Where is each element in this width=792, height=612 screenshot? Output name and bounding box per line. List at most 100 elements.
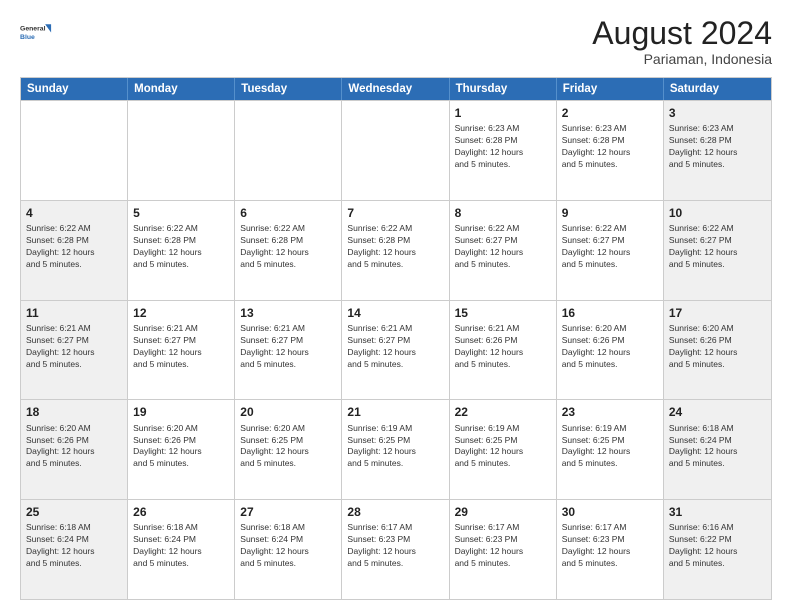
calendar-row: 11 Sunrise: 6:21 AMSunset: 6:27 PMDayligh… bbox=[21, 300, 771, 400]
day-number: 7 bbox=[347, 205, 443, 221]
calendar-cell bbox=[342, 101, 449, 200]
day-info: Sunrise: 6:22 AMSunset: 6:27 PMDaylight:… bbox=[562, 223, 658, 271]
day-number: 29 bbox=[455, 504, 551, 520]
calendar-cell: 8 Sunrise: 6:22 AMSunset: 6:27 PMDaylight… bbox=[450, 201, 557, 300]
day-info: Sunrise: 6:22 AMSunset: 6:28 PMDaylight:… bbox=[347, 223, 443, 271]
day-number: 2 bbox=[562, 105, 658, 121]
calendar-cell: 20Sunrise: 6:20 AMSunset: 6:25 PMDayligh… bbox=[235, 400, 342, 499]
calendar-cell: 7 Sunrise: 6:22 AMSunset: 6:28 PMDaylight… bbox=[342, 201, 449, 300]
calendar-cell: 21 Sunrise: 6:19 AMSunset: 6:25 PMDayligh… bbox=[342, 400, 449, 499]
day-number: 30 bbox=[562, 504, 658, 520]
day-info: Sunrise: 6:20 AMSunset: 6:26 PMDaylight:… bbox=[669, 323, 766, 371]
calendar-row: 25 Sunrise: 6:18 AMSunset: 6:24 PMDayligh… bbox=[21, 499, 771, 599]
day-number: 25 bbox=[26, 504, 122, 520]
calendar-cell: 12Sunrise: 6:21 AMSunset: 6:27 PMDayligh… bbox=[128, 301, 235, 400]
calendar-cell: 1Sunrise: 6:23 AMSunset: 6:28 PMDaylight… bbox=[450, 101, 557, 200]
day-number: 6 bbox=[240, 205, 336, 221]
calendar-cell: 5 Sunrise: 6:22 AMSunset: 6:28 PMDaylight… bbox=[128, 201, 235, 300]
calendar-cell: 19 Sunrise: 6:20 AMSunset: 6:26 PMDayligh… bbox=[128, 400, 235, 499]
day-number: 8 bbox=[455, 205, 551, 221]
col-friday: Friday bbox=[557, 78, 664, 100]
calendar-cell: 26Sunrise: 6:18 AMSunset: 6:24 PMDayligh… bbox=[128, 500, 235, 599]
day-number: 17 bbox=[669, 305, 766, 321]
header: GeneralBlue August 2024 Pariaman, Indone… bbox=[20, 16, 772, 67]
day-info: Sunrise: 6:20 AMSunset: 6:26 PMDaylight:… bbox=[562, 323, 658, 371]
calendar-cell: 14 Sunrise: 6:21 AMSunset: 6:27 PMDayligh… bbox=[342, 301, 449, 400]
day-number: 12 bbox=[133, 305, 229, 321]
calendar-cell: 30 Sunrise: 6:17 AMSunset: 6:23 PMDayligh… bbox=[557, 500, 664, 599]
day-number: 18 bbox=[26, 404, 122, 420]
day-number: 15 bbox=[455, 305, 551, 321]
calendar-cell: 17 Sunrise: 6:20 AMSunset: 6:26 PMDayligh… bbox=[664, 301, 771, 400]
day-number: 4 bbox=[26, 205, 122, 221]
calendar-cell bbox=[128, 101, 235, 200]
col-wednesday: Wednesday bbox=[342, 78, 449, 100]
day-info: Sunrise: 6:21 AMSunset: 6:27 PMDaylight:… bbox=[240, 323, 336, 371]
calendar-cell: 15 Sunrise: 6:21 AMSunset: 6:26 PMDayligh… bbox=[450, 301, 557, 400]
day-number: 1 bbox=[455, 105, 551, 121]
day-info: Sunrise: 6:22 AMSunset: 6:27 PMDaylight:… bbox=[455, 223, 551, 271]
day-info: Sunrise: 6:19 AMSunset: 6:25 PMDaylight:… bbox=[562, 423, 658, 471]
day-info: Sunrise: 6:17 AMSunset: 6:23 PMDaylight:… bbox=[347, 522, 443, 570]
day-number: 9 bbox=[562, 205, 658, 221]
day-info: Sunrise: 6:20 AMSunset: 6:25 PMDaylight:… bbox=[240, 423, 336, 471]
day-number: 3 bbox=[669, 105, 766, 121]
day-info: Sunrise: 6:21 AMSunset: 6:27 PMDaylight:… bbox=[347, 323, 443, 371]
day-number: 31 bbox=[669, 504, 766, 520]
day-number: 19 bbox=[133, 404, 229, 420]
calendar-header: Sunday Monday Tuesday Wednesday Thursday… bbox=[21, 78, 771, 100]
day-info: Sunrise: 6:18 AMSunset: 6:24 PMDaylight:… bbox=[133, 522, 229, 570]
day-info: Sunrise: 6:23 AMSunset: 6:28 PMDaylight:… bbox=[562, 123, 658, 171]
day-number: 14 bbox=[347, 305, 443, 321]
day-info: Sunrise: 6:19 AMSunset: 6:25 PMDaylight:… bbox=[455, 423, 551, 471]
calendar-cell: 28Sunrise: 6:17 AMSunset: 6:23 PMDayligh… bbox=[342, 500, 449, 599]
col-sunday: Sunday bbox=[21, 78, 128, 100]
day-info: Sunrise: 6:19 AMSunset: 6:25 PMDaylight:… bbox=[347, 423, 443, 471]
calendar-cell: 24 Sunrise: 6:18 AMSunset: 6:24 PMDayligh… bbox=[664, 400, 771, 499]
day-info: Sunrise: 6:17 AMSunset: 6:23 PMDaylight:… bbox=[455, 522, 551, 570]
col-thursday: Thursday bbox=[450, 78, 557, 100]
day-number: 11 bbox=[26, 305, 122, 321]
subtitle: Pariaman, Indonesia bbox=[592, 51, 772, 67]
day-info: Sunrise: 6:18 AMSunset: 6:24 PMDaylight:… bbox=[669, 423, 766, 471]
page: GeneralBlue August 2024 Pariaman, Indone… bbox=[0, 0, 792, 612]
day-info: Sunrise: 6:21 AMSunset: 6:27 PMDaylight:… bbox=[26, 323, 122, 371]
svg-text:Blue: Blue bbox=[20, 34, 35, 41]
svg-text:General: General bbox=[20, 26, 46, 33]
col-saturday: Saturday bbox=[664, 78, 771, 100]
calendar-cell: 18 Sunrise: 6:20 AMSunset: 6:26 PMDayligh… bbox=[21, 400, 128, 499]
day-number: 13 bbox=[240, 305, 336, 321]
day-info: Sunrise: 6:23 AMSunset: 6:28 PMDaylight:… bbox=[669, 123, 766, 171]
col-monday: Monday bbox=[128, 78, 235, 100]
day-number: 24 bbox=[669, 404, 766, 420]
calendar-cell bbox=[21, 101, 128, 200]
calendar: Sunday Monday Tuesday Wednesday Thursday… bbox=[20, 77, 772, 600]
calendar-cell: 27 Sunrise: 6:18 AMSunset: 6:24 PMDayligh… bbox=[235, 500, 342, 599]
day-info: Sunrise: 6:16 AMSunset: 6:22 PMDaylight:… bbox=[669, 522, 766, 570]
calendar-cell: 31 Sunrise: 6:16 AMSunset: 6:22 PMDayligh… bbox=[664, 500, 771, 599]
day-info: Sunrise: 6:18 AMSunset: 6:24 PMDaylight:… bbox=[240, 522, 336, 570]
day-number: 27 bbox=[240, 504, 336, 520]
day-info: Sunrise: 6:21 AMSunset: 6:26 PMDaylight:… bbox=[455, 323, 551, 371]
day-number: 10 bbox=[669, 205, 766, 221]
day-info: Sunrise: 6:22 AMSunset: 6:28 PMDaylight:… bbox=[26, 223, 122, 271]
calendar-cell: 23Sunrise: 6:19 AMSunset: 6:25 PMDayligh… bbox=[557, 400, 664, 499]
day-number: 22 bbox=[455, 404, 551, 420]
calendar-cell: 13 Sunrise: 6:21 AMSunset: 6:27 PMDayligh… bbox=[235, 301, 342, 400]
day-number: 5 bbox=[133, 205, 229, 221]
calendar-cell: 9 Sunrise: 6:22 AMSunset: 6:27 PMDaylight… bbox=[557, 201, 664, 300]
col-tuesday: Tuesday bbox=[235, 78, 342, 100]
title-block: August 2024 Pariaman, Indonesia bbox=[592, 16, 772, 67]
day-info: Sunrise: 6:20 AMSunset: 6:26 PMDaylight:… bbox=[26, 423, 122, 471]
calendar-cell: 25Sunrise: 6:18 AMSunset: 6:24 PMDayligh… bbox=[21, 500, 128, 599]
calendar-cell: 4 Sunrise: 6:22 AMSunset: 6:28 PMDaylight… bbox=[21, 201, 128, 300]
day-info: Sunrise: 6:22 AMSunset: 6:28 PMDaylight:… bbox=[133, 223, 229, 271]
day-number: 21 bbox=[347, 404, 443, 420]
calendar-row: 4 Sunrise: 6:22 AMSunset: 6:28 PMDaylight… bbox=[21, 200, 771, 300]
day-info: Sunrise: 6:22 AMSunset: 6:28 PMDaylight:… bbox=[240, 223, 336, 271]
calendar-cell: 22 Sunrise: 6:19 AMSunset: 6:25 PMDayligh… bbox=[450, 400, 557, 499]
calendar-cell: 29 Sunrise: 6:17 AMSunset: 6:23 PMDayligh… bbox=[450, 500, 557, 599]
day-info: Sunrise: 6:20 AMSunset: 6:26 PMDaylight:… bbox=[133, 423, 229, 471]
calendar-body: 1 Sunrise: 6:23 AMSunset: 6:28 PMDaylight… bbox=[21, 100, 771, 599]
day-info: Sunrise: 6:17 AMSunset: 6:23 PMDaylight:… bbox=[562, 522, 658, 570]
